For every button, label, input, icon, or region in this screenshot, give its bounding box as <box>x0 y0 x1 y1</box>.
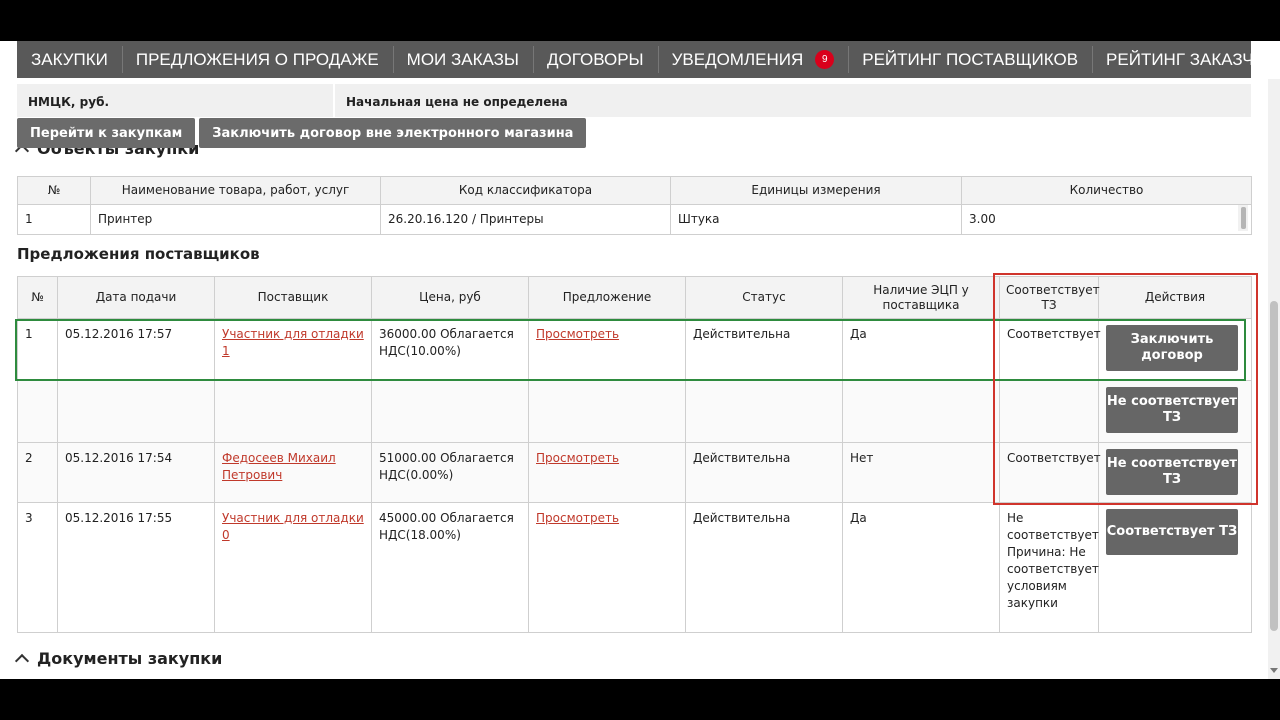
table-row: 1 05.12.2016 17:57 Участник для отладки … <box>17 318 1252 381</box>
offers-col-supplier: Поставщик <box>214 276 372 319</box>
items-col-code: Код классификатора <box>380 176 671 205</box>
offers-col-tz: Соответствует ТЗ <box>999 276 1100 319</box>
item-name: Принтер <box>90 204 381 235</box>
offer-price: 51000.00 Облагается НДС(0.00%) <box>371 442 529 503</box>
nmck-label: НМЦК, руб. <box>17 84 335 117</box>
go-to-purchases-button[interactable]: Перейти к закупкам <box>17 118 196 148</box>
offer-date <box>57 380 215 443</box>
items-col-qty: Количество <box>961 176 1252 205</box>
offers-col-ecp: Наличие ЭЦП у поставщика <box>842 276 1000 319</box>
nmck-row: НМЦК, руб. Начальная цена не определена <box>17 84 1251 117</box>
conclude-contract-button[interactable]: Заключить договор <box>1106 325 1238 371</box>
offer-status: Действительна <box>685 318 843 381</box>
offer-ecp <box>842 380 1000 443</box>
items-col-name: Наименование товара, работ, услуг <box>90 176 381 205</box>
nav-item-supplier-rating[interactable]: РЕЙТИНГ ПОСТАВЩИКОВ <box>848 41 1092 78</box>
offer-price: 45000.00 Облагается НДС(18.00%) <box>371 502 529 633</box>
supplier-link[interactable]: Участник для отладки 1 <box>222 327 364 358</box>
view-offer-link[interactable]: Просмотреть <box>536 451 619 465</box>
offers-table: № Дата подачи Поставщик Цена, руб Предло… <box>17 276 1252 633</box>
action-buttons: Перейти к закупкам Заключить договор вне… <box>17 118 587 148</box>
items-col-unit: Единицы измерения <box>670 176 962 205</box>
chevron-up-icon <box>14 653 30 669</box>
offers-col-price: Цена, руб <box>371 276 529 319</box>
supplier-link[interactable]: Участник для отладки 0 <box>222 511 364 542</box>
table-row: Не соответствует ТЗ <box>17 380 1252 443</box>
offer-tz: Соответствует <box>999 318 1101 381</box>
offer-tz: Соответствует <box>999 442 1101 503</box>
top-nav: ЗАКУПКИ ПРЕДЛОЖЕНИЯ О ПРОДАЖЕ МОИ ЗАКАЗЫ… <box>17 41 1280 78</box>
offers-col-status: Статус <box>685 276 843 319</box>
offers-col-offer: Предложение <box>528 276 686 319</box>
nav-item-sale-offers[interactable]: ПРЕДЛОЖЕНИЯ О ПРОДАЖЕ <box>121 41 393 78</box>
offer-supplier <box>214 380 372 443</box>
offer-tz: Не соответствует Причина: Не соответству… <box>999 502 1099 633</box>
offer-num: 2 <box>17 442 58 503</box>
offer-num: 3 <box>17 502 58 633</box>
not-matching-tz-button[interactable]: Не соответствует ТЗ <box>1106 387 1238 433</box>
offer-ecp: Да <box>842 502 1000 633</box>
notifications-badge: 9 <box>815 50 835 69</box>
item-num: 1 <box>17 204 91 235</box>
offer-offer <box>528 380 686 443</box>
offer-price: 36000.00 Облагается НДС(10.00%) <box>371 318 529 381</box>
contract-outside-store-button[interactable]: Заключить договор вне электронного магаз… <box>199 118 587 148</box>
table-row: 3 05.12.2016 17:55 Участник для отладки … <box>17 502 1252 633</box>
items-scrollbar[interactable] <box>1238 205 1248 231</box>
supplier-link[interactable]: Федосеев Михаил Петрович <box>222 451 336 482</box>
offer-date: 05.12.2016 17:54 <box>57 442 215 503</box>
offer-num: 1 <box>17 318 58 381</box>
page: ЗАКУПКИ ПРЕДЛОЖЕНИЯ О ПРОДАЖЕ МОИ ЗАКАЗЫ… <box>0 41 1280 679</box>
items-table: № Наименование товара, работ, услуг Код … <box>17 176 1252 235</box>
nav-item-customer-rating[interactable]: РЕЙТИНГ ЗАКАЗЧИКОВ <box>1092 41 1280 78</box>
offers-col-actions: Действия <box>1098 276 1252 319</box>
item-code: 26.20.16.120 / Принтеры <box>380 204 671 235</box>
offer-ecp: Да <box>842 318 1000 381</box>
offers-col-num: № <box>17 276 58 319</box>
page-scroll-thumb[interactable] <box>1270 301 1278 631</box>
offers-header-row: № Дата подачи Поставщик Цена, руб Предло… <box>17 276 1252 319</box>
page-scrollbar[interactable] <box>1268 79 1280 679</box>
items-col-num: № <box>17 176 91 205</box>
view-offer-link[interactable]: Просмотреть <box>536 327 619 341</box>
items-header-row: № Наименование товара, работ, услуг Код … <box>17 176 1252 205</box>
offer-price <box>371 380 529 443</box>
section-documents-title[interactable]: Документы закупки <box>14 649 222 669</box>
nav-item-my-orders[interactable]: МОИ ЗАКАЗЫ <box>392 41 533 78</box>
matching-tz-button[interactable]: Соответствует ТЗ <box>1106 509 1238 555</box>
offer-date: 05.12.2016 17:55 <box>57 502 215 633</box>
not-matching-tz-button[interactable]: Не соответствует ТЗ <box>1106 449 1238 495</box>
offer-status: Действительна <box>685 502 843 633</box>
table-row: 1 Принтер 26.20.16.120 / Принтеры Штука … <box>17 204 1252 235</box>
nav-item-contracts[interactable]: ДОГОВОРЫ <box>532 41 658 78</box>
offer-status <box>685 380 843 443</box>
view-offer-link[interactable]: Просмотреть <box>536 511 619 525</box>
offer-ecp: Нет <box>842 442 1000 503</box>
offer-num <box>17 380 58 443</box>
table-row: 2 05.12.2016 17:54 Федосеев Михаил Петро… <box>17 442 1252 503</box>
offer-tz <box>999 380 1099 443</box>
scroll-down-arrow-icon[interactable] <box>1270 668 1278 673</box>
item-unit: Штука <box>670 204 962 235</box>
items-scroll-thumb[interactable] <box>1240 207 1246 229</box>
offer-status: Действительна <box>685 442 843 503</box>
offer-date: 05.12.2016 17:57 <box>57 318 215 381</box>
nav-item-notifications[interactable]: УВЕДОМЛЕНИЯ 9 <box>657 41 849 78</box>
nmck-value: Начальная цена не определена <box>346 95 568 109</box>
nav-item-purchases[interactable]: ЗАКУПКИ <box>17 41 122 78</box>
section-offers-title: Предложения поставщиков <box>17 245 260 263</box>
item-qty: 3.00 <box>961 204 1252 235</box>
offers-col-date: Дата подачи <box>57 276 215 319</box>
